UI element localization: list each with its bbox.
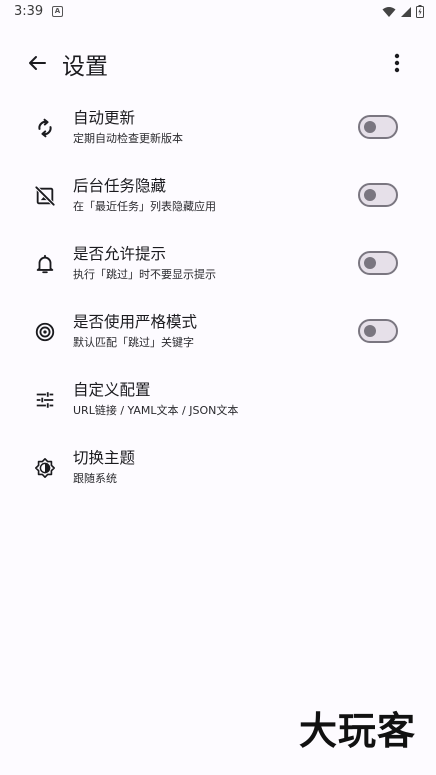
app-bar: 设置 bbox=[0, 36, 436, 88]
status-right bbox=[382, 5, 424, 18]
bell-icon bbox=[33, 252, 57, 276]
setting-subtitle: 在「最近任务」列表隐藏应用 bbox=[73, 200, 216, 213]
setting-title: 是否允许提示 bbox=[73, 245, 167, 263]
settings-screen: 3:39 A 设置 自动更新 定期自动检查更新版本 后台任务隐藏 在「最近任务」… bbox=[0, 0, 436, 775]
toggle-thumb bbox=[364, 189, 376, 201]
setting-subtitle: 默认匹配「跳过」关键字 bbox=[73, 336, 194, 349]
page-title: 设置 bbox=[62, 54, 108, 80]
more-vert-icon bbox=[394, 53, 400, 73]
toggle-thumb bbox=[364, 325, 376, 337]
setting-auto-update[interactable]: 自动更新 定期自动检查更新版本 bbox=[0, 94, 436, 162]
signal-icon bbox=[401, 6, 411, 17]
status-time: 3:39 bbox=[14, 4, 44, 19]
setting-subtitle: URL链接 / YAML文本 / JSON文本 bbox=[73, 404, 239, 417]
setting-text: 自动更新 定期自动检查更新版本 bbox=[73, 108, 183, 147]
brightness-icon bbox=[33, 456, 57, 480]
back-button[interactable] bbox=[22, 48, 52, 78]
target-icon bbox=[33, 320, 57, 344]
toggle-thumb bbox=[364, 257, 376, 269]
settings-list: 自动更新 定期自动检查更新版本 后台任务隐藏 在「最近任务」列表隐藏应用 是否允… bbox=[0, 94, 436, 502]
setting-subtitle: 跟随系统 bbox=[73, 472, 117, 485]
more-options-button[interactable] bbox=[382, 48, 412, 78]
watermark: 大玩客 bbox=[298, 708, 416, 753]
setting-title: 切换主题 bbox=[73, 449, 136, 467]
setting-text: 是否使用严格模式 默认匹配「跳过」关键字 bbox=[73, 312, 197, 351]
setting-text: 切换主题 跟随系统 bbox=[73, 448, 135, 487]
setting-switch-theme[interactable]: 切换主题 跟随系统 bbox=[0, 434, 436, 502]
wifi-icon bbox=[382, 6, 396, 17]
auto-update-toggle[interactable] bbox=[358, 115, 398, 139]
arrow-back-icon bbox=[29, 56, 46, 70]
notification-icon: A bbox=[52, 6, 63, 17]
setting-custom-config[interactable]: 自定义配置 URL链接 / YAML文本 / JSON文本 bbox=[0, 366, 436, 434]
toggle-thumb bbox=[364, 121, 376, 133]
setting-text: 是否允许提示 执行「跳过」时不要显示提示 bbox=[73, 244, 216, 283]
status-bar: 3:39 A bbox=[0, 0, 436, 26]
setting-text: 自定义配置 URL链接 / YAML文本 / JSON文本 bbox=[73, 380, 238, 419]
setting-text: 后台任务隐藏 在「最近任务」列表隐藏应用 bbox=[73, 176, 216, 215]
hide-background-toggle[interactable] bbox=[358, 183, 398, 207]
setting-title: 是否使用严格模式 bbox=[73, 313, 198, 331]
allow-hint-toggle[interactable] bbox=[358, 251, 398, 275]
setting-hide-background[interactable]: 后台任务隐藏 在「最近任务」列表隐藏应用 bbox=[0, 162, 436, 230]
setting-subtitle: 执行「跳过」时不要显示提示 bbox=[73, 268, 216, 281]
hide-image-icon bbox=[33, 184, 57, 208]
setting-title: 后台任务隐藏 bbox=[73, 177, 167, 195]
strict-mode-toggle[interactable] bbox=[358, 319, 398, 343]
tune-icon bbox=[33, 388, 57, 412]
battery-icon bbox=[416, 5, 424, 18]
setting-allow-hint[interactable]: 是否允许提示 执行「跳过」时不要显示提示 bbox=[0, 230, 436, 298]
setting-strict-mode[interactable]: 是否使用严格模式 默认匹配「跳过」关键字 bbox=[0, 298, 436, 366]
sync-icon bbox=[33, 116, 57, 140]
setting-title: 自定义配置 bbox=[73, 381, 151, 399]
setting-title: 自动更新 bbox=[73, 109, 136, 127]
setting-subtitle: 定期自动检查更新版本 bbox=[73, 132, 183, 145]
